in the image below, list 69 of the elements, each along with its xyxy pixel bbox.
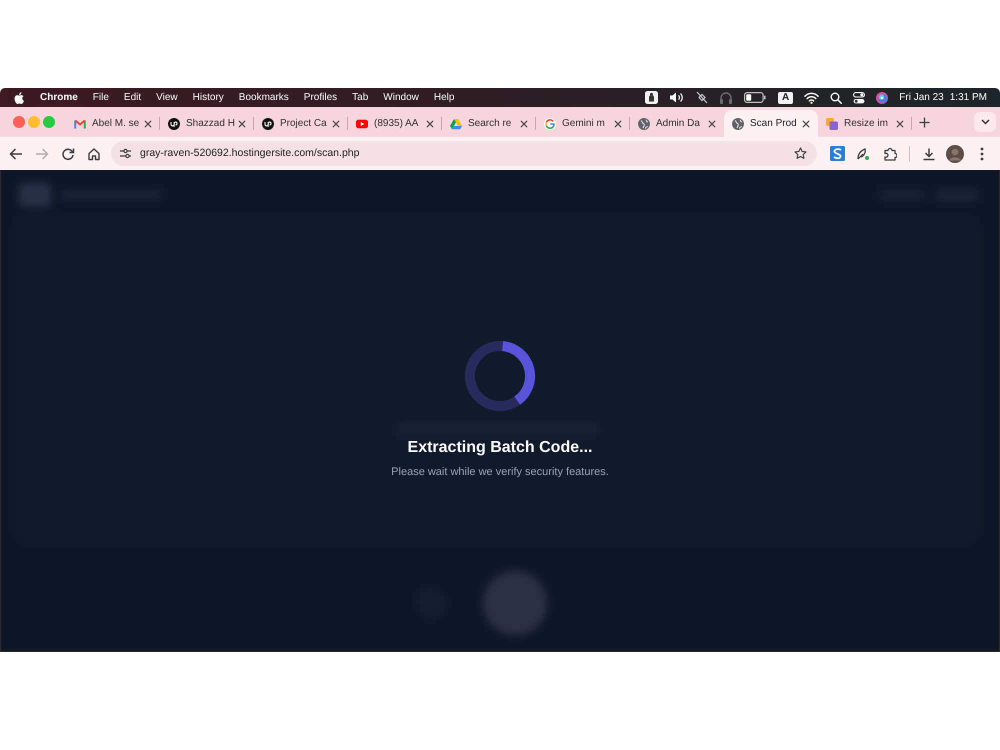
slashed-icon[interactable] <box>696 91 708 104</box>
toggle-switches-icon[interactable] <box>853 92 866 104</box>
colorful-orb-icon[interactable] <box>876 92 888 104</box>
battery-icon[interactable] <box>744 92 766 103</box>
play-icon <box>356 118 368 130</box>
app-tile-icon[interactable] <box>645 91 658 104</box>
browser-tab[interactable]: Abel M. se <box>66 110 160 137</box>
close-icon[interactable] <box>144 120 152 128</box>
headphones-icon[interactable] <box>719 91 734 104</box>
close-icon[interactable] <box>802 120 810 128</box>
menu-item[interactable]: File <box>92 91 109 104</box>
search-icon[interactable] <box>830 92 842 104</box>
browser-tab[interactable]: Admin Da <box>630 110 724 137</box>
mail-icon <box>74 118 86 130</box>
close-icon[interactable] <box>708 120 716 128</box>
site-settings-icon[interactable] <box>119 148 132 159</box>
menu-item[interactable]: Help <box>434 91 454 104</box>
browser-tab[interactable]: Project Ca <box>254 110 348 137</box>
menu-bar-date[interactable]: Fri Jan 23 <box>899 91 944 104</box>
avatar-icon[interactable] <box>946 144 964 162</box>
spinner-icon <box>464 340 536 412</box>
apple-logo-icon[interactable] <box>14 92 24 104</box>
overlapping-squares-icon <box>826 118 838 130</box>
menu-item[interactable]: Window <box>383 91 419 104</box>
volume-icon[interactable] <box>669 91 686 104</box>
menu-item[interactable]: View <box>156 91 178 104</box>
close-icon[interactable] <box>614 120 622 128</box>
menu-item[interactable]: Edit <box>124 91 142 104</box>
circle-logo-icon <box>168 118 180 130</box>
pen-icon[interactable] <box>856 146 870 160</box>
browser-tab[interactable]: Scan Prod <box>724 110 818 137</box>
wifi-icon[interactable] <box>804 92 820 104</box>
menu-item[interactable]: Profiles <box>304 91 338 104</box>
menu-bar-time[interactable]: 1:31 PM <box>950 91 987 104</box>
extension-logo-icon[interactable] <box>830 146 845 161</box>
menu-item[interactable]: Tab <box>352 91 368 104</box>
close-icon[interactable] <box>426 120 434 128</box>
loading-title: Extracting Batch Code... <box>408 438 592 458</box>
close-icon[interactable] <box>332 120 340 128</box>
new-tab-icon[interactable] <box>919 116 930 128</box>
loading-message: Please wait while we verify security features. <box>391 465 609 480</box>
browser-tab[interactable]: Search re <box>442 110 536 137</box>
back-arrow-icon[interactable] <box>9 146 23 160</box>
more-vertical-icon[interactable] <box>980 146 984 160</box>
reload-icon[interactable] <box>61 146 75 160</box>
download-icon[interactable] <box>922 146 936 160</box>
input-source-indicator[interactable]: A <box>778 92 794 104</box>
globe-icon <box>638 118 650 130</box>
browser-tab[interactable]: Shazzad H <box>160 110 254 137</box>
home-icon[interactable] <box>87 146 101 160</box>
triangle-icon <box>450 118 462 130</box>
address-bar[interactable]: gray-raven-520692.hostingersite.com/scan.php <box>111 141 817 166</box>
g-logo-icon <box>544 118 556 130</box>
close-icon[interactable] <box>238 120 246 128</box>
chevron-down-icon <box>980 119 990 125</box>
browser-tab[interactable]: Resize im <box>818 110 912 137</box>
puzzle-icon[interactable] <box>883 146 897 160</box>
app-menu[interactable]: Chrome <box>40 91 78 104</box>
browser-tab[interactable]: Gemini m <box>536 110 630 137</box>
tab-search-button[interactable] <box>974 112 996 132</box>
globe-icon <box>732 118 744 130</box>
star-icon[interactable] <box>794 147 807 160</box>
url-text[interactable]: gray-raven-520692.hostingersite.com/scan.php <box>140 147 360 160</box>
browser-tab[interactable]: (8935) AA <box>348 110 442 137</box>
menu-item[interactable]: History <box>192 91 224 104</box>
circle-logo-icon <box>262 118 274 130</box>
menu-item[interactable]: Bookmarks <box>238 91 289 104</box>
close-icon[interactable] <box>896 120 904 128</box>
close-icon[interactable] <box>520 120 528 128</box>
